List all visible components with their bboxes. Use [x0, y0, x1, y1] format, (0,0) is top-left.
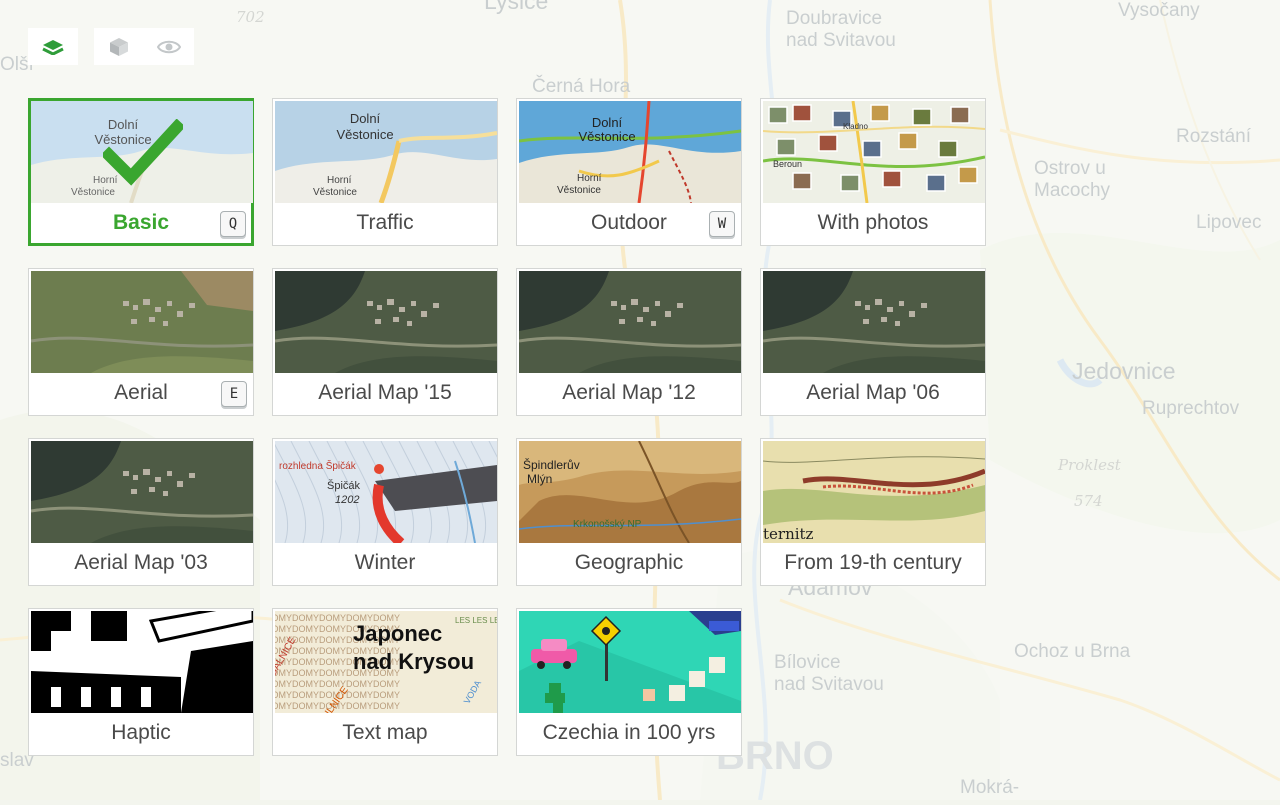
3d-view-button[interactable]	[94, 28, 144, 65]
map-type-aerial-06[interactable]: Aerial Map '06	[760, 268, 986, 416]
svg-text:Věstonice: Věstonice	[557, 185, 601, 196]
svg-text:Japonec: Japonec	[353, 621, 442, 646]
map-type-19th-century[interactable]: ternitz From 19-th century	[760, 438, 986, 586]
svg-text:Horní: Horní	[577, 173, 602, 184]
map-type-text-map[interactable]: DOMYDOMYDOMYDOMYDOMY DOMYDOMYDOMYDOMYDOMY…	[272, 608, 498, 756]
check-icon	[100, 118, 186, 189]
map-type-basic[interactable]: Dolní Věstonice Horní Věstonice Basic Q	[28, 98, 254, 246]
cube-3d-icon	[110, 37, 128, 56]
map-type-czechia-100[interactable]: Czechia in 100 yrs	[516, 608, 742, 756]
map-thumbnail-czechia-100	[519, 611, 741, 713]
map-thumbnail-text-map: DOMYDOMYDOMYDOMYDOMY DOMYDOMYDOMYDOMYDOMY…	[275, 611, 497, 713]
map-thumbnail-aerial-06	[763, 271, 985, 373]
map-thumbnail-aerial	[31, 271, 253, 373]
map-type-aerial[interactable]: Aerial E	[28, 268, 254, 416]
map-type-outdoor[interactable]: Dolní Věstonice Horní Věstonice Outdoor W	[516, 98, 742, 246]
map-type-label: Czechia in 100 yrs	[542, 721, 716, 744]
map-type-label: Aerial Map '06	[806, 381, 940, 404]
svg-text:DOMYDOMYDOMYDOMYDOMY: DOMYDOMYDOMYDOMYDOMY	[275, 679, 400, 689]
map-type-label: Aerial	[114, 381, 168, 404]
svg-text:nad Krysou: nad Krysou	[353, 649, 474, 674]
keyboard-shortcut-badge: E	[221, 381, 247, 407]
map-type-label: Basic	[112, 211, 170, 234]
map-type-winter[interactable]: rozhledna Špičák Špičák 1202 Winter	[272, 438, 498, 586]
map-type-haptic[interactable]: Haptic	[28, 608, 254, 756]
map-type-label: Winter	[354, 551, 416, 574]
map-type-geographic[interactable]: Špindlerův Mlýn Krkonošský NP Geographic	[516, 438, 742, 586]
map-type-label: Text map	[342, 721, 428, 744]
map-type-label: With photos	[817, 211, 929, 234]
layers-icon	[42, 39, 64, 55]
map-thumbnail-with-photos: Beroun Kladno	[763, 101, 985, 203]
svg-text:Krkonošský NP: Krkonošský NP	[573, 519, 642, 530]
svg-text:Věstonice: Věstonice	[336, 127, 393, 142]
map-thumbnail-outdoor: Dolní Věstonice Horní Věstonice	[519, 101, 741, 203]
map-thumbnail-aerial-03	[31, 441, 253, 543]
svg-text:Kladno: Kladno	[843, 122, 868, 131]
map-type-aerial-12[interactable]: Aerial Map '12	[516, 268, 742, 416]
keyboard-shortcut-badge: W	[709, 211, 735, 237]
svg-text:Věstonice: Věstonice	[313, 187, 357, 198]
map-type-with-photos[interactable]: Beroun Kladno With photos	[760, 98, 986, 246]
map-type-aerial-03[interactable]: Aerial Map '03	[28, 438, 254, 586]
keyboard-shortcut-badge: Q	[220, 211, 246, 237]
svg-text:Špičák: Špičák	[327, 479, 361, 492]
svg-text:Dolní: Dolní	[592, 115, 623, 130]
map-thumbnail-geographic: Špindlerův Mlýn Krkonošský NP	[519, 441, 741, 543]
map-thumbnail-19th-century: ternitz	[763, 441, 985, 543]
map-thumbnail-traffic: Dolní Věstonice Horní Věstonice	[275, 101, 497, 203]
map-thumbnail-aerial-15	[275, 271, 497, 373]
map-type-label: Haptic	[111, 721, 171, 744]
map-type-label: From 19-th century	[784, 551, 962, 574]
map-type-aerial-15[interactable]: Aerial Map '15	[272, 268, 498, 416]
svg-text:Beroun: Beroun	[773, 159, 802, 169]
visibility-button[interactable]	[144, 28, 194, 65]
svg-text:Špindlerův: Špindlerův	[523, 457, 580, 472]
view-mode-group	[94, 28, 194, 65]
svg-text:1202: 1202	[335, 494, 359, 506]
layers-button[interactable]	[28, 28, 78, 65]
map-type-label: Aerial Map '15	[318, 381, 452, 404]
svg-text:Mlýn: Mlýn	[527, 472, 552, 486]
map-type-label: Traffic	[356, 211, 414, 234]
map-thumbnail-aerial-12	[519, 271, 741, 373]
svg-text:rozhledna Špičák: rozhledna Špičák	[279, 459, 357, 472]
map-type-label: Aerial Map '03	[74, 551, 208, 574]
map-type-grid: Dolní Věstonice Horní Věstonice Basic Q D…	[28, 98, 988, 758]
map-thumbnail-haptic	[31, 611, 253, 713]
map-thumbnail-winter: rozhledna Špičák Špičák 1202	[275, 441, 497, 543]
map-type-label: Outdoor	[591, 211, 667, 234]
eye-icon	[157, 40, 181, 53]
svg-text:Dolní: Dolní	[350, 111, 381, 126]
map-type-label: Aerial Map '12	[562, 381, 696, 404]
map-type-traffic[interactable]: Dolní Věstonice Horní Věstonice Traffic	[272, 98, 498, 246]
svg-text:Věstonice: Věstonice	[578, 129, 635, 144]
svg-text:LES LES LES LES LES: LES LES LES LES LES	[455, 616, 497, 625]
map-toolbar	[28, 28, 194, 65]
svg-text:Horní: Horní	[327, 175, 352, 186]
svg-text:ternitz: ternitz	[763, 525, 814, 543]
map-type-label: Geographic	[574, 551, 684, 574]
